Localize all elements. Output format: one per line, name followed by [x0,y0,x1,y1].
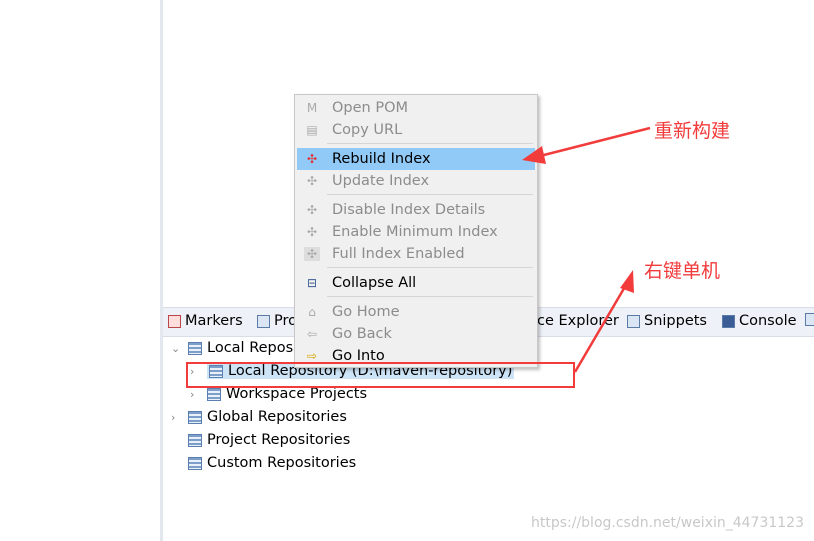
arrow-line [539,126,651,158]
watermark: https://blog.csdn.net/weixin_44731123 [530,515,804,531]
annotation-right-click: 右键单机 [644,260,721,282]
arrow-head [522,146,546,164]
arrow-line [573,284,628,373]
annotation-rebuild: 重新构建 [654,120,731,142]
